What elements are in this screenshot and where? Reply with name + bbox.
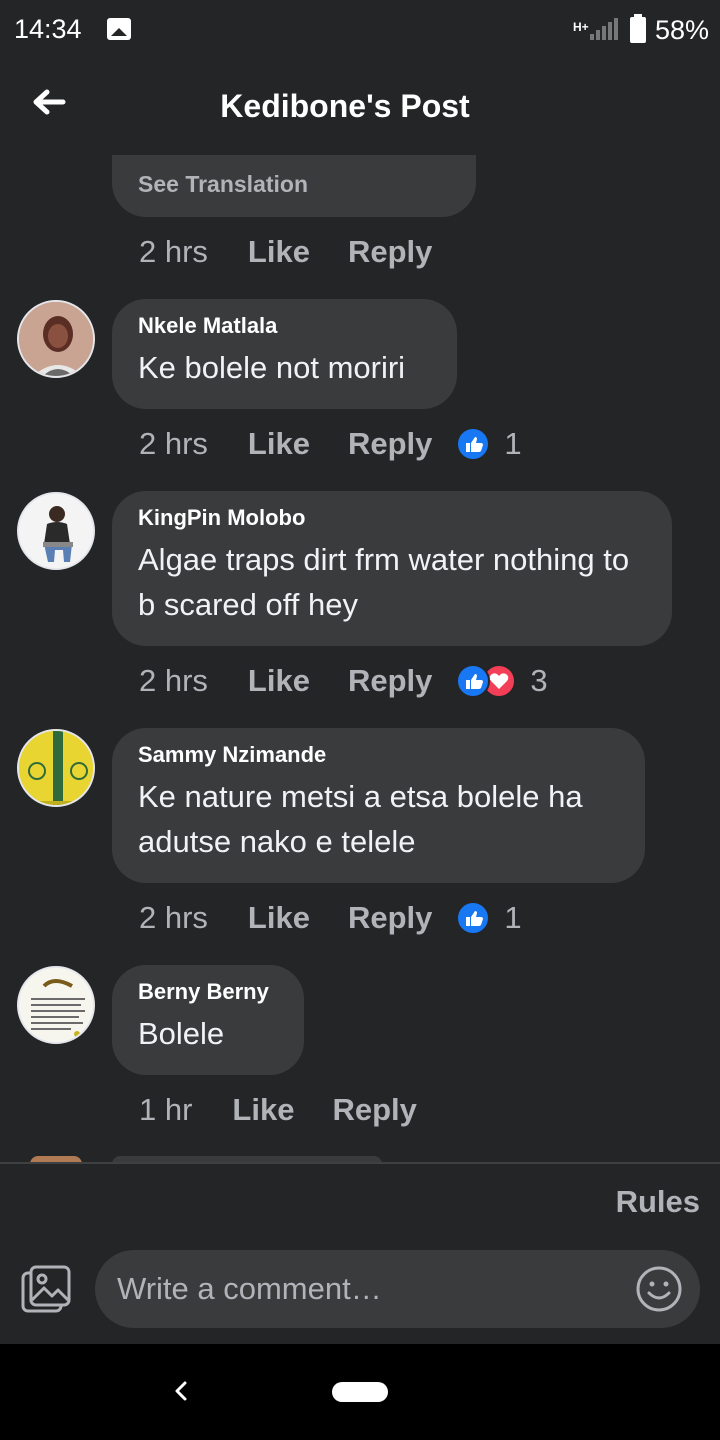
system-back-icon[interactable] — [170, 1374, 190, 1408]
network-type: H+ — [573, 20, 589, 34]
comment-actions: 2 hrs Like Reply 3 — [139, 661, 548, 701]
gallery-notification-icon — [107, 18, 131, 40]
system-nav-bar — [0, 1344, 720, 1440]
like-button[interactable]: Like — [248, 900, 310, 936]
comment-composer: Rules — [0, 1162, 720, 1344]
reaction-count[interactable]: 1 — [504, 900, 521, 936]
comment-actions: 2 hrs Like Reply 1 — [139, 424, 522, 464]
battery-icon — [630, 14, 646, 43]
status-time: 14:34 — [14, 14, 82, 44]
avatar[interactable] — [17, 729, 95, 807]
page-title: Kedibone's Post — [220, 88, 470, 124]
comment-author[interactable]: KingPin Molobo — [138, 505, 646, 531]
avatar[interactable] — [17, 966, 95, 1044]
status-bar: 14:34 H+ 58% — [0, 0, 720, 60]
signal-icon — [590, 18, 620, 40]
comment-text: Ke bolele not moriri — [138, 350, 406, 385]
avatar[interactable] — [17, 492, 95, 570]
comment-time: 2 hrs — [139, 426, 208, 461]
comment-time: 1 hr — [139, 1092, 193, 1127]
app-header: Kedibone's Post — [0, 60, 720, 155]
reply-button[interactable]: Reply — [348, 426, 432, 462]
comment-text: Ke nature metsi a etsa bolele ha adutse … — [138, 779, 583, 859]
comment-time: 2 hrs — [139, 900, 208, 935]
like-button[interactable]: Like — [248, 663, 310, 699]
like-reaction-icon — [456, 664, 491, 698]
reply-button[interactable]: Reply — [332, 1092, 416, 1128]
comment-author[interactable]: Nkele Matlala — [138, 313, 431, 339]
reply-button[interactable]: Reply — [348, 900, 432, 936]
reactions-summary[interactable] — [456, 901, 491, 935]
reactions-summary[interactable] — [456, 427, 491, 461]
emoji-icon[interactable] — [635, 1265, 683, 1313]
comment-time: 2 hrs — [139, 234, 208, 269]
like-button[interactable]: Like — [248, 234, 310, 270]
reply-button[interactable]: Reply — [348, 663, 432, 699]
comment-input[interactable] — [95, 1250, 700, 1328]
comment-bubble[interactable]: Berny Berny Bolele — [112, 965, 304, 1075]
comment-bubble[interactable]: Nkele Matlala Ke bolele not moriri — [112, 299, 457, 409]
like-reaction-icon — [456, 901, 491, 935]
like-reaction-icon — [456, 427, 491, 461]
comment-text: Algae traps dirt frm water nothing to b … — [138, 542, 630, 622]
avatar[interactable] — [17, 300, 95, 378]
comments-feed[interactable]: See Translation 2 hrs Like Reply Nkele M… — [0, 155, 720, 1162]
comment-actions: 2 hrs Like Reply — [139, 232, 456, 272]
comment-time: 2 hrs — [139, 663, 208, 698]
photo-icon[interactable] — [20, 1264, 72, 1316]
comment-bubble[interactable]: Sammy Nzimande Ke nature metsi a etsa bo… — [112, 728, 645, 883]
comment-actions: 1 hr Like Reply — [139, 1090, 441, 1130]
like-button[interactable]: Like — [232, 1092, 294, 1128]
reactions-summary[interactable] — [456, 664, 517, 698]
system-home-pill[interactable] — [332, 1382, 388, 1402]
comment-author[interactable]: Sammy Nzimande — [138, 742, 619, 768]
comment-text: Bolele — [138, 1016, 225, 1051]
comment-bubble[interactable]: KingPin Molobo Algae traps dirt frm wate… — [112, 491, 672, 646]
battery-percent: 58% — [655, 15, 710, 45]
reply-button[interactable]: Reply — [348, 234, 432, 270]
like-button[interactable]: Like — [248, 426, 310, 462]
reaction-count[interactable]: 1 — [504, 426, 521, 462]
comment-author[interactable]: Berny Berny — [138, 979, 278, 1005]
rules-link[interactable]: Rules — [616, 1184, 700, 1220]
see-translation-link[interactable]: See Translation — [138, 171, 450, 198]
comment-actions: 2 hrs Like Reply 1 — [139, 898, 522, 938]
reaction-count[interactable]: 3 — [530, 663, 547, 699]
comment-bubble[interactable]: See Translation — [112, 155, 476, 217]
